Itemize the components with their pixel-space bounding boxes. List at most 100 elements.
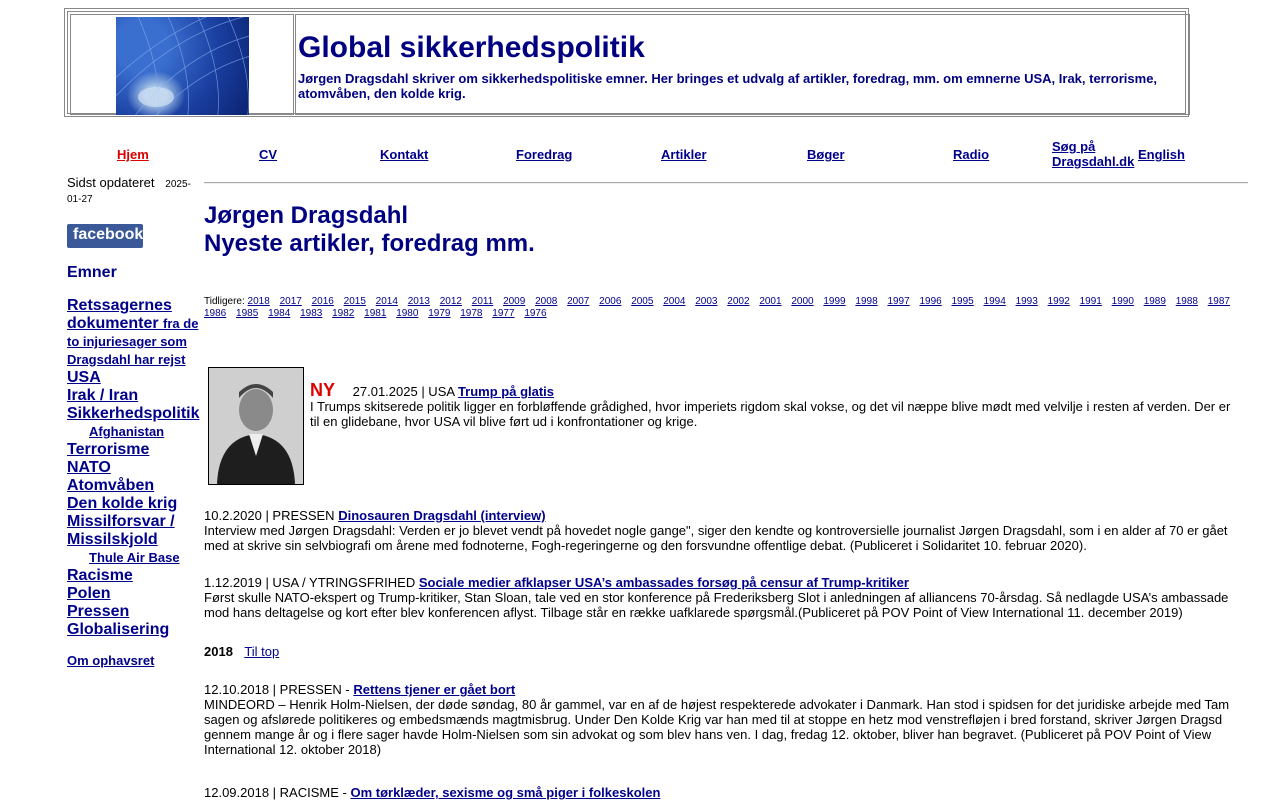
- topic-racisme[interactable]: Racisme: [67, 567, 207, 585]
- year-link-2014[interactable]: 2014: [376, 296, 398, 307]
- year-link-1993[interactable]: 1993: [1016, 296, 1038, 307]
- nav-english[interactable]: English: [1138, 147, 1185, 162]
- topic-afghanistan[interactable]: Afghanistan: [67, 423, 207, 441]
- year-link-2008[interactable]: 2008: [535, 296, 557, 307]
- year-link-1983[interactable]: 1983: [300, 308, 322, 319]
- topic-nato[interactable]: NATO: [67, 459, 207, 477]
- featured-text: NY 27.01.2025 | USA Trump på glatis I Tr…: [310, 380, 1248, 429]
- year-link-2006[interactable]: 2006: [599, 296, 621, 307]
- nav-search[interactable]: Søg på Dragsdahl.dk: [1052, 139, 1134, 169]
- year-link-1995[interactable]: 1995: [952, 296, 974, 307]
- nav-search-line1: Søg på: [1052, 139, 1096, 154]
- nav-cv[interactable]: CV: [259, 147, 277, 162]
- article-summary: mod hans deltagelse og kort efter blev k…: [204, 605, 1183, 620]
- year-link-1984[interactable]: 1984: [268, 308, 290, 319]
- topic-sikkerhedspolitik[interactable]: Sikkerhedspolitik: [67, 405, 207, 423]
- article-item: 10.2.2020 | PRESSEN Dinosauren Dragsdahl…: [204, 508, 1248, 553]
- portrait-photo: [208, 367, 304, 485]
- year-link-2012[interactable]: 2012: [440, 296, 462, 307]
- article-summary: International 12. oktober 2018): [204, 742, 382, 757]
- topics-list: Retssagernes dokumenter fra de to injuri…: [67, 297, 207, 639]
- topic-kolde-krig[interactable]: Den kolde krig: [67, 495, 207, 513]
- article-meta: 10.2.2020 | PRESSEN: [204, 508, 335, 523]
- year-link-2007[interactable]: 2007: [567, 296, 589, 307]
- year-link-2001[interactable]: 2001: [759, 296, 781, 307]
- year-link-1989[interactable]: 1989: [1144, 296, 1166, 307]
- year-link-2003[interactable]: 2003: [695, 296, 717, 307]
- year-link-2018[interactable]: 2018: [248, 296, 270, 307]
- topic-pressen[interactable]: Pressen: [67, 603, 207, 621]
- page-heading: Jørgen Dragsdahl Nyeste artikler, foredr…: [204, 202, 535, 258]
- nav-radio[interactable]: Radio: [953, 147, 989, 162]
- year-link-2005[interactable]: 2005: [631, 296, 653, 307]
- year-link-1986[interactable]: 1986: [204, 308, 226, 319]
- site-header: Global sikkerhedspolitik Jørgen Dragsdah…: [64, 8, 1190, 117]
- year-link-2004[interactable]: 2004: [663, 296, 685, 307]
- article-summary: sagen og afslørede politikeres og embeds…: [204, 712, 1223, 727]
- main-content: Jørgen Dragsdahl Nyeste artikler, foredr…: [204, 182, 1248, 800]
- featured-meta: 27.01.2025 | USA: [352, 384, 455, 399]
- year-link-1985[interactable]: 1985: [236, 308, 258, 319]
- year-link-1991[interactable]: 1991: [1080, 296, 1102, 307]
- heading-tagline: Nyeste artikler, foredrag mm.: [204, 230, 535, 257]
- year-link-1982[interactable]: 1982: [332, 308, 354, 319]
- to-top-link[interactable]: Til top: [244, 644, 279, 659]
- year-link-1990[interactable]: 1990: [1112, 296, 1134, 307]
- year-link-1996[interactable]: 1996: [919, 296, 941, 307]
- topic-polen[interactable]: Polen: [67, 585, 207, 603]
- article-link[interactable]: Om tørklæder, sexisme og små piger i fol…: [350, 785, 660, 800]
- nav-artikler[interactable]: Artikler: [661, 147, 707, 162]
- year-link-1997[interactable]: 1997: [887, 296, 909, 307]
- updated-label: Sidst opdateret: [67, 175, 155, 190]
- year-label: 2018: [204, 644, 233, 659]
- year-link-1976[interactable]: 1976: [524, 308, 546, 319]
- title-cell: Global sikkerhedspolitik Jørgen Dragsdah…: [295, 14, 1190, 115]
- year-link-2015[interactable]: 2015: [344, 296, 366, 307]
- year-link-2002[interactable]: 2002: [727, 296, 749, 307]
- heading-name: Jørgen Dragsdahl: [204, 202, 409, 229]
- year-link-2011[interactable]: 2011: [472, 296, 494, 307]
- nav-home[interactable]: Hjem: [117, 147, 149, 162]
- year-link-2009[interactable]: 2009: [503, 296, 525, 307]
- facebook-button[interactable]: facebook: [67, 224, 143, 248]
- new-badge: NY: [310, 380, 336, 400]
- year-link-1987[interactable]: 1987: [1208, 296, 1230, 307]
- year-links: 2018 2017 2016 2015 2014 2013 2012 2011 …: [204, 296, 1237, 319]
- year-link-2016[interactable]: 2016: [312, 296, 334, 307]
- topic-irak-iran[interactable]: Irak / Iran: [67, 387, 207, 405]
- year-link-2013[interactable]: 2013: [408, 296, 430, 307]
- site-title: Global sikkerhedspolitik: [298, 31, 645, 64]
- topic-missilforsvar[interactable]: Missilforsvar / Missilskjold: [67, 513, 207, 549]
- nav-search-line2: Dragsdahl.dk: [1052, 154, 1135, 169]
- year-section-header: 2018 Til top: [204, 644, 279, 659]
- year-link-1998[interactable]: 1998: [855, 296, 877, 307]
- article-link[interactable]: Rettens tjener er gået bort: [353, 682, 515, 697]
- year-link-2017[interactable]: 2017: [280, 296, 302, 307]
- article-summary: gennem mange år og i flere sager havde H…: [204, 727, 1212, 742]
- topic-terrorisme[interactable]: Terrorisme: [67, 441, 207, 459]
- nav-kontakt[interactable]: Kontakt: [380, 147, 428, 162]
- topic-retssager[interactable]: Retssagernes dokumenter fra de to injuri…: [67, 297, 207, 369]
- year-link-1981[interactable]: 1981: [364, 308, 386, 319]
- year-link-2000[interactable]: 2000: [791, 296, 813, 307]
- year-link-1977[interactable]: 1977: [492, 308, 514, 319]
- facebook-label: facebook: [73, 226, 144, 243]
- copyright-link[interactable]: Om ophavsret: [67, 653, 154, 668]
- topic-atomvaben[interactable]: Atomvåben: [67, 477, 207, 495]
- topic-globalisering[interactable]: Globalisering: [67, 621, 207, 639]
- topic-thule[interactable]: Thule Air Base: [67, 549, 207, 567]
- topic-usa[interactable]: USA: [67, 369, 207, 387]
- article-link[interactable]: Dinosauren Dragsdahl (interview): [338, 508, 545, 523]
- article-item: 12.09.2018 | RACISME - Om tørklæder, sex…: [204, 785, 1248, 800]
- article-link[interactable]: Sociale medier afklapser USA’s ambassade…: [419, 575, 909, 590]
- year-link-1980[interactable]: 1980: [396, 308, 418, 319]
- nav-foredrag[interactable]: Foredrag: [516, 147, 572, 162]
- year-link-1988[interactable]: 1988: [1176, 296, 1198, 307]
- year-link-1992[interactable]: 1992: [1048, 296, 1070, 307]
- year-link-1994[interactable]: 1994: [984, 296, 1006, 307]
- nav-boger[interactable]: Bøger: [807, 147, 845, 162]
- year-link-1979[interactable]: 1979: [428, 308, 450, 319]
- year-link-1978[interactable]: 1978: [460, 308, 482, 319]
- year-link-1999[interactable]: 1999: [823, 296, 845, 307]
- featured-link[interactable]: Trump på glatis: [458, 384, 554, 399]
